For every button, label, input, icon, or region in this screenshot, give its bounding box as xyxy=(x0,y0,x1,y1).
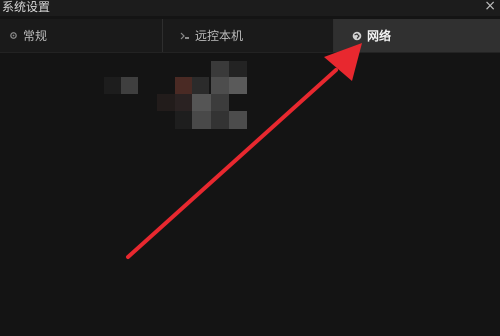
annotation-arrow xyxy=(126,43,362,259)
arrow-shaft xyxy=(126,68,338,259)
